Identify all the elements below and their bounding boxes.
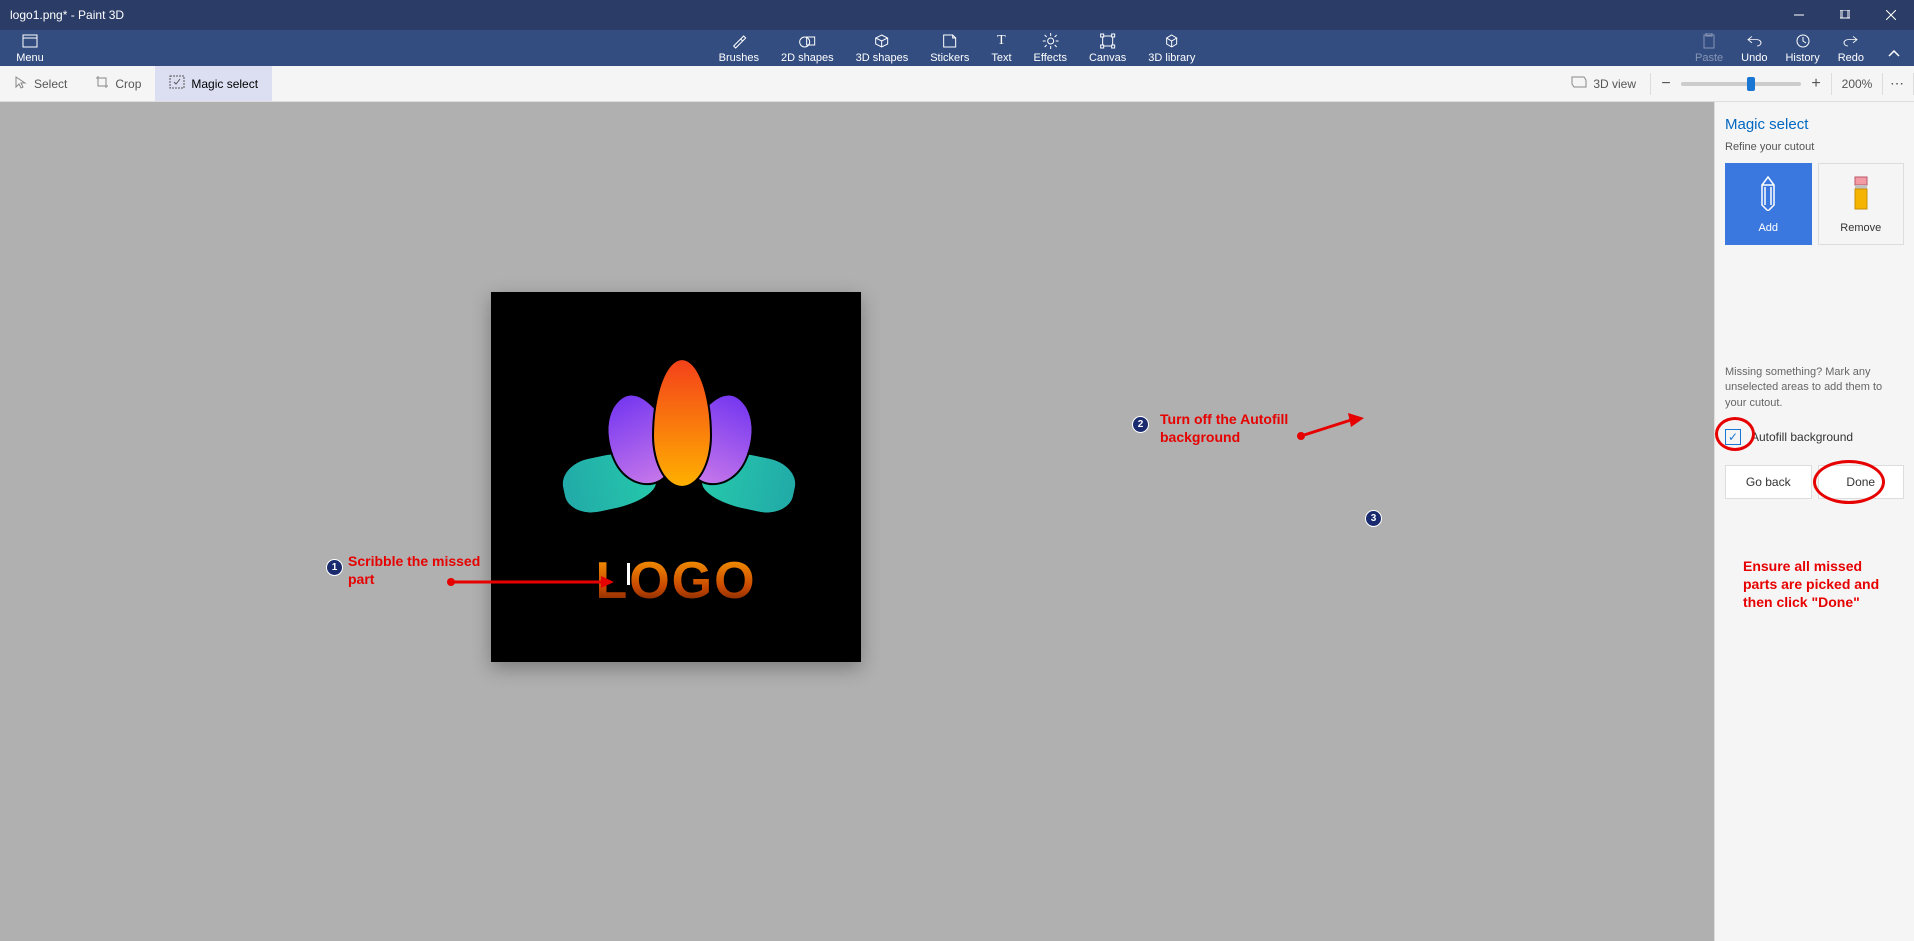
- ribbon-redo[interactable]: Redo: [1838, 32, 1864, 66]
- text-icon: T: [997, 32, 1006, 50]
- title-bar: logo1.png* - Paint 3D: [0, 0, 1914, 30]
- toolbar-label: 3D view: [1593, 77, 1636, 91]
- ribbon-paste: Paste: [1695, 32, 1723, 66]
- zoom-in-button[interactable]: +: [1801, 75, 1831, 93]
- remove-mode-button[interactable]: Remove: [1818, 163, 1905, 245]
- add-mode-button[interactable]: Add: [1725, 163, 1812, 245]
- effects-icon: [1042, 32, 1058, 50]
- ribbon-history[interactable]: History: [1785, 32, 1819, 66]
- done-button[interactable]: Done: [1818, 465, 1905, 499]
- close-button[interactable]: [1868, 0, 1914, 30]
- main-ribbon: Menu Brushes 2D shapes 3D shapes Sticker…: [0, 30, 1914, 66]
- ribbon-collapse-button[interactable]: [1882, 50, 1906, 66]
- logo-text: LOGO: [595, 551, 756, 611]
- select-tool[interactable]: Select: [0, 66, 81, 101]
- autofill-label: Autofill background: [1751, 430, 1853, 444]
- menu-label: Menu: [16, 52, 44, 64]
- ribbon-label: Canvas: [1089, 52, 1126, 64]
- shapes2d-icon: [798, 32, 816, 50]
- ribbon-label: Brushes: [719, 52, 759, 64]
- annotation-text-1: Scribble the missed part: [348, 552, 488, 588]
- menu-icon: [22, 32, 38, 50]
- canvas-icon: [1100, 32, 1116, 50]
- zoom-slider[interactable]: [1681, 82, 1801, 86]
- history-icon: [1795, 32, 1811, 50]
- go-back-button[interactable]: Go back: [1725, 465, 1812, 499]
- shapes3d-icon: [874, 32, 890, 50]
- undo-icon: [1746, 32, 1762, 50]
- window-title: logo1.png* - Paint 3D: [10, 8, 124, 22]
- sticker-icon: [942, 32, 958, 50]
- paste-icon: [1702, 32, 1716, 50]
- ribbon-brushes[interactable]: Brushes: [719, 32, 759, 66]
- menu-button[interactable]: Menu: [0, 32, 60, 66]
- more-options-button[interactable]: ⋯: [1883, 75, 1913, 92]
- secondary-toolbar: Select Crop Magic select 3D view − + 200…: [0, 66, 1914, 102]
- canvas-image[interactable]: LOGO: [491, 292, 861, 662]
- toolbar-label: Crop: [115, 77, 141, 91]
- cursor-icon: [14, 75, 28, 92]
- toolbar-label: Magic select: [191, 77, 258, 91]
- autofill-checkbox[interactable]: ✓: [1725, 429, 1741, 445]
- panel-subtitle: Refine your cutout: [1725, 141, 1904, 153]
- ribbon-effects[interactable]: Effects: [1034, 32, 1067, 66]
- minimize-button[interactable]: [1776, 0, 1822, 30]
- ribbon-undo[interactable]: Undo: [1741, 32, 1767, 66]
- ribbon-label: 3D shapes: [856, 52, 909, 64]
- brush-icon: [731, 32, 747, 50]
- redo-icon: [1843, 32, 1859, 50]
- annotation-text-3: Ensure all missed parts are picked and t…: [1743, 557, 1883, 612]
- annotation-badge-2: 2: [1132, 416, 1149, 433]
- magic-select-icon: [169, 75, 185, 92]
- button-label: Go back: [1746, 475, 1791, 489]
- ribbon-label: Stickers: [930, 52, 969, 64]
- zoom-out-button[interactable]: −: [1651, 75, 1681, 93]
- autofill-checkbox-row[interactable]: ✓ Autofill background: [1725, 425, 1904, 449]
- ribbon-text[interactable]: T Text: [991, 32, 1011, 66]
- ribbon-2d-shapes[interactable]: 2D shapes: [781, 32, 834, 66]
- zoom-slider-knob[interactable]: [1747, 77, 1755, 91]
- annotation-badge-1: 1: [326, 559, 343, 576]
- mode-label: Remove: [1840, 222, 1881, 234]
- eraser-icon: [1851, 175, 1871, 214]
- annotation-text-2: Turn off the Autofill background: [1160, 410, 1310, 446]
- panel-title: Magic select: [1725, 116, 1904, 133]
- button-label: Done: [1846, 475, 1875, 489]
- crop-tool[interactable]: Crop: [81, 66, 155, 101]
- ribbon-label: Paste: [1695, 52, 1723, 64]
- ribbon-label: Undo: [1741, 52, 1767, 64]
- ribbon-label: Text: [991, 52, 1011, 64]
- pencil-add-icon: [1754, 175, 1782, 214]
- lotus-graphic: [561, 363, 791, 523]
- zoom-percent[interactable]: 200%: [1832, 77, 1882, 91]
- ribbon-stickers[interactable]: Stickers: [930, 32, 969, 66]
- annotation-badge-3: 3: [1365, 510, 1382, 527]
- panel-hint-text: Missing something? Mark any unselected a…: [1725, 365, 1904, 411]
- ribbon-canvas[interactable]: Canvas: [1089, 32, 1126, 66]
- ribbon-label: Redo: [1838, 52, 1864, 64]
- magic-select-panel: Magic select Refine your cutout Add Remo…: [1714, 102, 1914, 941]
- canvas-area[interactable]: LOGO 1 Scribble the missed part 2 Turn o…: [0, 102, 1714, 941]
- ribbon-label: 3D library: [1148, 52, 1195, 64]
- ribbon-label: 2D shapes: [781, 52, 834, 64]
- ribbon-3d-library[interactable]: 3D library: [1148, 32, 1195, 66]
- ribbon-label: History: [1785, 52, 1819, 64]
- scribble-mark: [627, 563, 630, 585]
- magic-select-tool[interactable]: Magic select: [155, 66, 272, 101]
- library3d-icon: [1164, 32, 1180, 50]
- maximize-button[interactable]: [1822, 0, 1868, 30]
- view3d-icon: [1571, 76, 1587, 91]
- ribbon-label: Effects: [1034, 52, 1067, 64]
- crop-icon: [95, 75, 109, 92]
- ribbon-3d-shapes[interactable]: 3D shapes: [856, 32, 909, 66]
- view-3d-toggle[interactable]: 3D view: [1557, 66, 1650, 101]
- toolbar-label: Select: [34, 77, 67, 91]
- mode-label: Add: [1758, 222, 1778, 234]
